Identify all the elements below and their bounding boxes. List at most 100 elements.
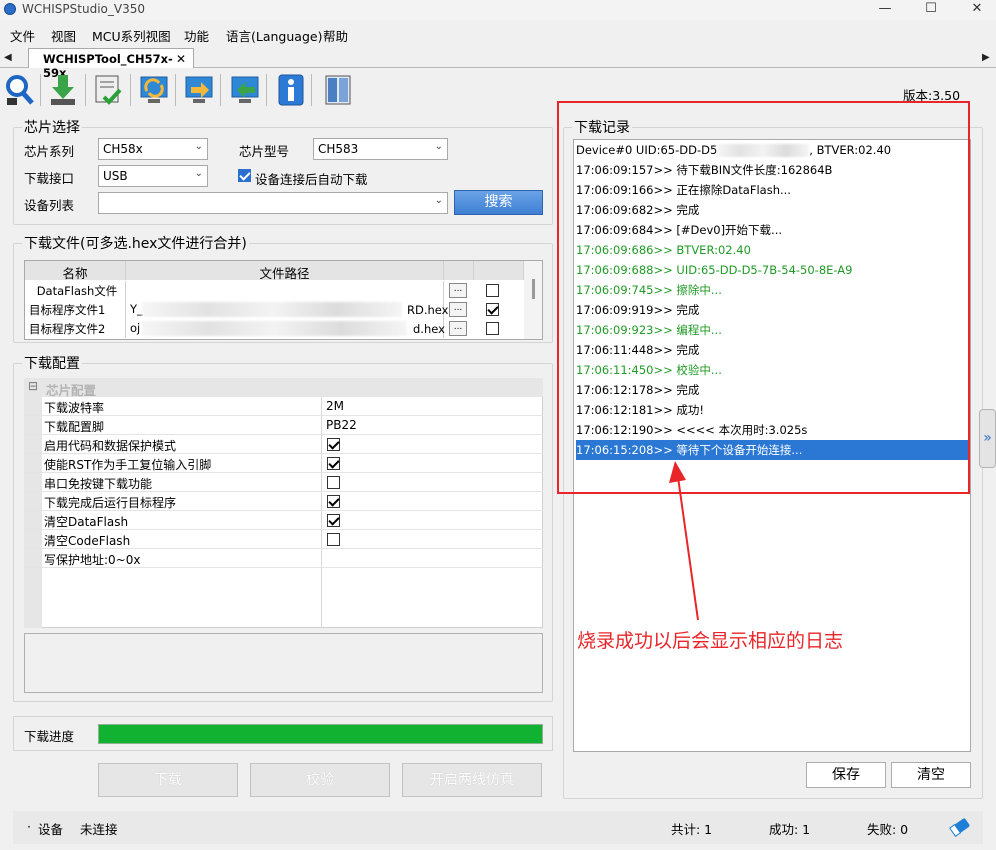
toolbar-separator bbox=[220, 74, 221, 106]
chip-model-label: 芯片型号 bbox=[239, 144, 290, 159]
file-path-start: oj bbox=[130, 321, 141, 335]
property-checkbox[interactable] bbox=[327, 533, 340, 546]
property-row[interactable]: 清空DataFlash bbox=[24, 511, 543, 530]
export-icon[interactable] bbox=[228, 72, 262, 108]
chevron-down-icon: ⌄ bbox=[194, 168, 203, 179]
status-bullet: · bbox=[27, 819, 31, 834]
property-row[interactable]: 下载完成后运行目标程序 bbox=[24, 492, 543, 511]
import-icon[interactable] bbox=[182, 72, 216, 108]
clear-button[interactable]: 清空 bbox=[891, 762, 971, 788]
download-icon[interactable] bbox=[46, 72, 80, 108]
browse-button[interactable]: ... bbox=[449, 283, 467, 298]
toolbar-separator bbox=[40, 74, 41, 106]
menu-view[interactable]: 视图 bbox=[51, 26, 76, 45]
book-icon[interactable] bbox=[321, 72, 355, 108]
browse-button[interactable]: ... bbox=[449, 302, 467, 317]
property-row[interactable]: 启用代码和数据保护模式 bbox=[24, 435, 543, 454]
verify-button[interactable]: 校验 bbox=[250, 763, 390, 797]
toolbar-separator bbox=[266, 74, 267, 106]
eraser-icon[interactable] bbox=[948, 816, 972, 838]
menu-file[interactable]: 文件 bbox=[10, 26, 35, 45]
device-list-label: 设备列表 bbox=[24, 198, 75, 213]
download-port-select[interactable]: USB ⌄ bbox=[98, 165, 208, 187]
toolbar-separator bbox=[311, 74, 312, 106]
file-row-checkbox[interactable] bbox=[486, 303, 499, 316]
property-checkbox[interactable] bbox=[327, 438, 340, 451]
property-value[interactable]: 2M bbox=[326, 399, 344, 413]
property-category[interactable]: ⊟ 芯片配置 bbox=[24, 378, 543, 398]
expand-panel-icon[interactable]: » bbox=[979, 409, 996, 468]
download-config-title: 下载配置 bbox=[22, 353, 82, 373]
file-row-checkbox[interactable] bbox=[486, 322, 499, 335]
toolbar-separator bbox=[175, 74, 176, 106]
menu-function[interactable]: 功能 bbox=[184, 26, 209, 45]
property-row[interactable]: 清空CodeFlash bbox=[24, 530, 543, 549]
toolbar-separator bbox=[85, 74, 86, 106]
tab-wchisptool[interactable]: WCHISPTool_CH57x-59x bbox=[28, 48, 194, 80]
file-row-checkbox[interactable] bbox=[486, 284, 499, 297]
property-row[interactable]: 串口免按键下载功能 bbox=[24, 473, 543, 492]
device-list-select[interactable]: ⌄ bbox=[98, 192, 448, 214]
progress-fill bbox=[99, 725, 542, 743]
collapse-icon[interactable]: ⊟ bbox=[28, 379, 38, 393]
status-bar bbox=[13, 811, 983, 844]
property-checkbox[interactable] bbox=[327, 457, 340, 470]
property-name: 清空DataFlash bbox=[44, 515, 129, 529]
property-value[interactable]: PB22 bbox=[326, 418, 357, 432]
minimize-button[interactable]: — bbox=[862, 0, 908, 20]
verify-icon[interactable] bbox=[91, 72, 125, 108]
file-row-name: DataFlash文件 bbox=[25, 281, 126, 300]
property-name: 写保护地址:0~0x bbox=[44, 553, 141, 567]
maximize-button[interactable]: ☐ bbox=[908, 0, 954, 20]
refresh-icon[interactable] bbox=[137, 72, 171, 108]
browse-button[interactable]: ... bbox=[449, 321, 467, 336]
file-path-start: Y_ bbox=[130, 302, 143, 316]
property-row[interactable]: 下载配置脚 PB22 bbox=[24, 416, 543, 435]
col-header-browse bbox=[444, 261, 474, 280]
property-name: 串口免按键下载功能 bbox=[44, 477, 153, 491]
search-button[interactable]: 搜索 bbox=[454, 190, 543, 215]
property-name: 下载完成后运行目标程序 bbox=[44, 496, 177, 510]
redacted-path bbox=[142, 321, 407, 336]
annotation-text: 烧录成功以后会显示相应的日志 bbox=[577, 630, 844, 652]
save-button[interactable]: 保存 bbox=[806, 762, 886, 788]
auto-download-checkbox[interactable] bbox=[238, 169, 251, 182]
chip-model-select[interactable]: CH583 ⌄ bbox=[313, 138, 448, 160]
property-description-panel bbox=[24, 633, 543, 693]
property-checkbox[interactable] bbox=[327, 495, 340, 508]
property-row[interactable]: 写保护地址:0~0x bbox=[24, 549, 543, 568]
menu-mcu-series-view[interactable]: MCU系列视图 bbox=[92, 26, 171, 45]
menu-help[interactable]: 帮助 bbox=[323, 26, 348, 45]
property-checkbox[interactable] bbox=[327, 514, 340, 527]
toolbar-separator bbox=[130, 74, 131, 106]
chip-series-select[interactable]: CH58x ⌄ bbox=[98, 138, 208, 160]
close-button[interactable]: ✕ bbox=[954, 0, 996, 20]
window-title: WCHISPStudio_V350 bbox=[22, 2, 145, 16]
tab-scroll-left-icon[interactable]: ◀ bbox=[4, 52, 12, 63]
property-name: 使能RST作为手工复位输入引脚 bbox=[44, 458, 212, 472]
property-checkbox[interactable] bbox=[327, 476, 340, 489]
two-wire-debug-button[interactable]: 开启两线仿真 bbox=[402, 763, 542, 797]
file-row-path[interactable] bbox=[126, 281, 444, 300]
chevron-down-icon: ⌄ bbox=[434, 141, 443, 152]
download-button[interactable]: 下载 bbox=[98, 763, 238, 797]
tab-scroll-right-icon[interactable]: ▶ bbox=[982, 52, 990, 63]
chip-model-value: CH583 bbox=[318, 142, 359, 156]
property-name: 下载配置脚 bbox=[44, 420, 105, 434]
annotation-highlight-box bbox=[557, 101, 970, 494]
chevron-down-icon: ⌄ bbox=[434, 195, 443, 206]
col-header-path: 文件路径 bbox=[126, 261, 444, 280]
info-icon[interactable] bbox=[274, 72, 308, 108]
property-row[interactable]: 下载波特率 2M bbox=[24, 397, 543, 416]
table-scrollbar[interactable] bbox=[524, 261, 542, 339]
download-file-title: 下载文件(可多选.hex文件进行合并) bbox=[22, 233, 249, 253]
redacted-path bbox=[142, 302, 402, 317]
file-path-end: d.hex bbox=[413, 322, 445, 336]
tab-close-icon[interactable]: ✕ bbox=[176, 52, 186, 66]
chip-search-icon[interactable] bbox=[3, 72, 37, 108]
title-bar bbox=[0, 0, 996, 20]
menu-language[interactable]: 语言(Language) bbox=[226, 26, 322, 45]
col-header-check bbox=[474, 261, 524, 280]
chevron-down-icon: ⌄ bbox=[194, 141, 203, 152]
property-row[interactable]: 使能RST作为手工复位输入引脚 bbox=[24, 454, 543, 473]
